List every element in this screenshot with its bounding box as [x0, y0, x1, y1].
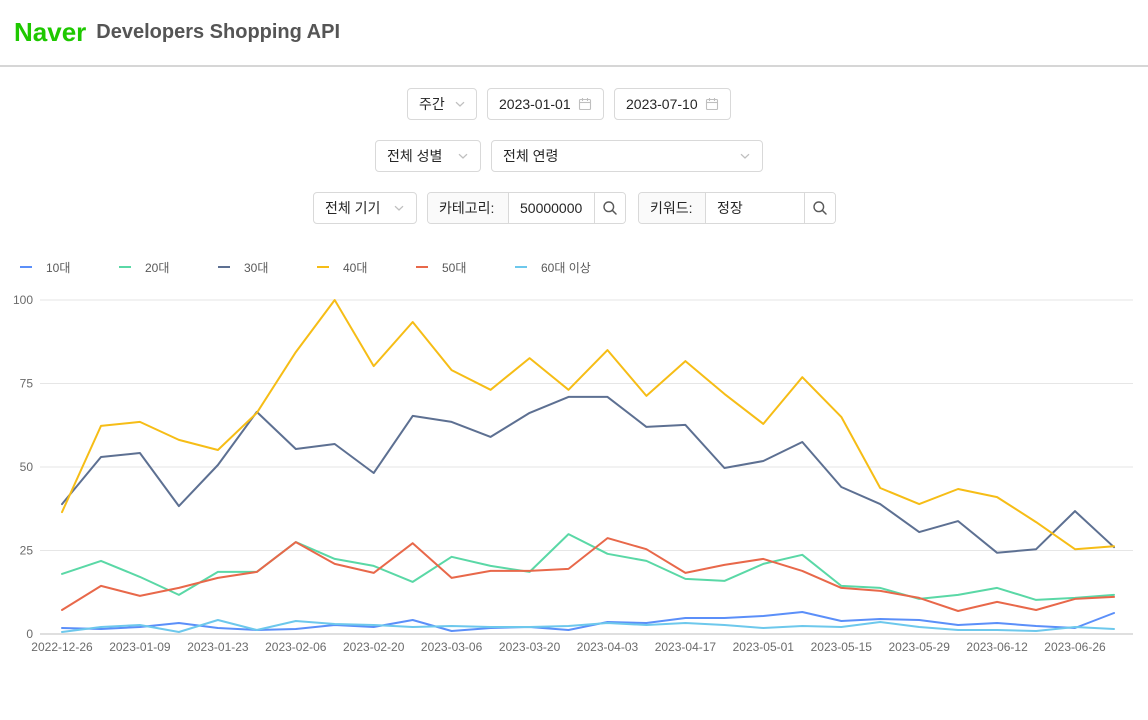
device-select-value: 전체 기기 — [325, 200, 381, 216]
legend-item-10s[interactable]: 10대 — [20, 258, 119, 276]
y-tick-label: 50 — [20, 460, 34, 474]
legend-item-30s[interactable]: 30대 — [218, 258, 317, 276]
series-line-3 — [61, 299, 1115, 551]
x-tick-label: 2023-03-06 — [421, 640, 483, 654]
calendar-icon[interactable] — [705, 97, 719, 111]
search-icon — [812, 200, 828, 216]
keyword-label: 키워드: — [639, 193, 706, 223]
age-select[interactable]: 전체 연령 — [491, 140, 763, 172]
legend-label: 20대 — [145, 260, 170, 275]
keyword-search-button[interactable] — [804, 193, 835, 223]
legend-label: 40대 — [343, 260, 368, 275]
legend-item-40s[interactable]: 40대 — [317, 258, 416, 276]
chevron-down-icon — [454, 98, 466, 110]
x-tick-label: 2023-05-15 — [811, 640, 873, 654]
y-tick-label: 25 — [20, 544, 34, 558]
app-header: Naver Developers Shopping API — [0, 0, 1148, 67]
legend-label: 50대 — [442, 260, 467, 275]
series-line-2 — [61, 395, 1115, 554]
period-select-value: 주간 — [419, 96, 445, 112]
legend-marker — [317, 266, 329, 268]
brand-logo[interactable]: Naver — [14, 17, 86, 48]
gender-select[interactable]: 전체 성별 — [375, 140, 481, 172]
legend-label: 30대 — [244, 260, 269, 275]
gender-select-value: 전체 성별 — [387, 148, 443, 164]
series-line-4 — [61, 537, 1115, 612]
age-select-value: 전체 연령 — [503, 148, 559, 164]
legend-label: 10대 — [46, 260, 71, 275]
x-tick-label: 2023-02-20 — [343, 640, 405, 654]
chart-legend: 10대 20대 30대 40대 50대 60대 이상 — [20, 258, 614, 276]
legend-marker — [416, 266, 428, 268]
legend-item-50s[interactable]: 50대 — [416, 258, 515, 276]
calendar-icon[interactable] — [578, 97, 592, 111]
category-search-button[interactable] — [594, 193, 625, 223]
x-tick-label: 2023-04-03 — [577, 640, 639, 654]
x-tick-label: 2023-04-17 — [655, 640, 717, 654]
x-tick-label: 2023-03-20 — [499, 640, 561, 654]
category-search-group: 카테고리: — [427, 192, 626, 224]
keyword-input[interactable] — [706, 193, 804, 223]
legend-marker — [20, 266, 32, 268]
x-tick-label: 2023-01-23 — [187, 640, 249, 654]
chevron-down-icon — [457, 150, 469, 162]
y-tick-label: 0 — [26, 627, 33, 641]
end-date-picker[interactable] — [614, 88, 731, 120]
y-tick-label: 100 — [13, 293, 33, 307]
x-tick-label: 2022-12-26 — [31, 640, 93, 654]
start-date-input[interactable] — [499, 96, 578, 112]
line-chart: 0 25 50 75 100 2022-12-26 2023-01-09 2023-01-23… — [13, 293, 1133, 654]
end-date-input[interactable] — [626, 96, 705, 112]
device-select[interactable]: 전체 기기 — [313, 192, 417, 224]
period-select[interactable]: 주간 — [407, 88, 477, 120]
legend-marker — [515, 266, 527, 268]
x-tick-label: 2023-02-06 — [265, 640, 327, 654]
y-tick-label: 75 — [20, 377, 34, 391]
x-tick-label: 2023-05-29 — [889, 640, 951, 654]
legend-item-20s[interactable]: 20대 — [119, 258, 218, 276]
start-date-picker[interactable] — [487, 88, 604, 120]
app-title: Developers Shopping API — [96, 21, 341, 43]
series-line-1 — [61, 533, 1115, 601]
legend-marker — [119, 266, 131, 268]
legend-label: 60대 이상 — [541, 260, 591, 275]
x-tick-label: 2023-06-26 — [1044, 640, 1106, 654]
chevron-down-icon — [393, 202, 405, 214]
category-label: 카테고리: — [428, 193, 509, 223]
x-tick-label: 2023-05-01 — [733, 640, 795, 654]
legend-item-60s-plus[interactable]: 60대 이상 — [515, 258, 614, 276]
chevron-down-icon — [739, 150, 751, 162]
category-input[interactable] — [509, 193, 594, 223]
legend-marker — [218, 266, 230, 268]
x-tick-label: 2023-01-09 — [109, 640, 171, 654]
keyword-search-group: 키워드: — [638, 192, 836, 224]
x-tick-label: 2023-06-12 — [966, 640, 1028, 654]
search-icon — [602, 200, 618, 216]
